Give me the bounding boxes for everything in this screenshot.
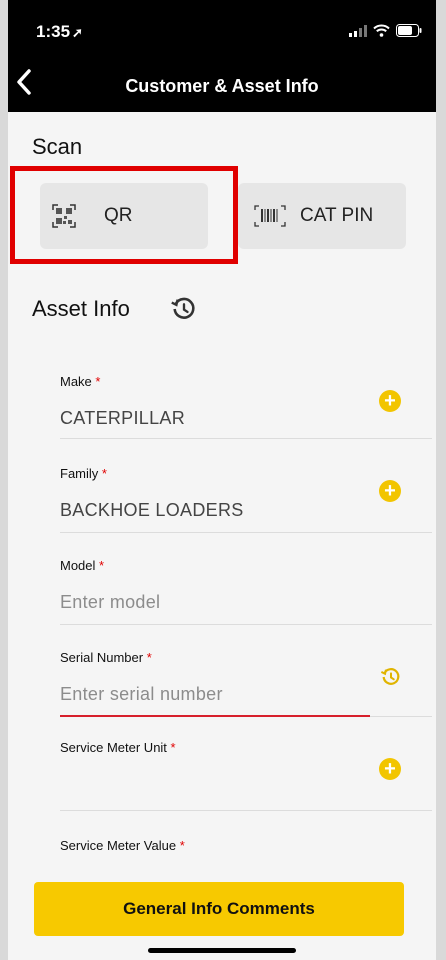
- serial-history-icon[interactable]: [380, 666, 402, 688]
- active-input-underline: [60, 715, 370, 717]
- nav-bar: Customer & Asset Info: [8, 62, 436, 112]
- family-label: Family *: [60, 466, 107, 481]
- history-icon[interactable]: [170, 295, 198, 323]
- required-asterisk: *: [99, 558, 105, 573]
- app-screen: 1:35 ➚ Customer & Asset Info Scan QR CAT…: [8, 0, 436, 960]
- general-info-comments-button[interactable]: General Info Comments: [34, 882, 404, 936]
- battery-icon: [396, 24, 422, 37]
- qr-scan-label: QR: [104, 205, 133, 226]
- add-family-icon[interactable]: +: [379, 480, 401, 502]
- service-meter-value-field[interactable]: Service Meter Value *: [60, 826, 432, 866]
- serial-number-input[interactable]: Enter serial number: [60, 684, 223, 705]
- family-label-text: Family: [60, 466, 99, 481]
- qr-scan-button[interactable]: QR: [40, 183, 208, 249]
- add-make-icon[interactable]: +: [379, 390, 401, 412]
- add-service-meter-unit-icon[interactable]: +: [379, 758, 401, 780]
- model-label-text: Model: [60, 558, 96, 573]
- location-arrow-icon: ➚: [72, 25, 83, 40]
- service-meter-unit-label-text: Service Meter Unit: [60, 740, 167, 755]
- required-asterisk: *: [101, 466, 107, 481]
- cat-pin-scan-label: CAT PIN: [300, 205, 374, 226]
- signal-icon: [349, 24, 367, 37]
- family-field[interactable]: Family * BACKHOE LOADERS +: [60, 454, 432, 533]
- asset-info-section-title: Asset Info: [32, 296, 130, 321]
- model-input[interactable]: Enter model: [60, 592, 160, 613]
- make-field[interactable]: Make * CATERPILLAR +: [60, 360, 432, 439]
- page-title: Customer & Asset Info: [125, 76, 319, 96]
- service-meter-unit-field[interactable]: Service Meter Unit * +: [60, 730, 432, 811]
- scan-section-title: Scan: [32, 134, 83, 159]
- cat-pin-scan-button[interactable]: CAT PIN: [238, 183, 406, 249]
- required-asterisk: *: [146, 650, 152, 665]
- required-asterisk: *: [179, 838, 185, 853]
- family-value: BACKHOE LOADERS: [60, 500, 244, 520]
- qr-code-icon: [52, 204, 76, 228]
- make-value: CATERPILLAR: [60, 408, 186, 428]
- service-meter-unit-label: Service Meter Unit *: [60, 740, 176, 755]
- service-meter-value-label: Service Meter Value *: [60, 838, 185, 853]
- serial-number-label-text: Serial Number: [60, 650, 144, 665]
- status-time: 1:35 ➚: [36, 22, 83, 42]
- barcode-icon: [254, 205, 286, 227]
- model-field[interactable]: Model * Enter model: [60, 546, 432, 625]
- wifi-icon: [373, 24, 390, 37]
- serial-number-label: Serial Number *: [60, 650, 152, 665]
- home-indicator: [148, 948, 296, 953]
- required-asterisk: *: [170, 740, 176, 755]
- make-label: Make *: [60, 374, 100, 389]
- make-label-text: Make: [60, 374, 92, 389]
- model-label: Model *: [60, 558, 104, 573]
- service-meter-value-label-text: Service Meter Value: [60, 838, 177, 853]
- serial-number-field[interactable]: Serial Number * Enter serial number: [60, 638, 432, 717]
- required-asterisk: *: [95, 374, 101, 389]
- status-icons: [349, 24, 422, 37]
- status-bar: 1:35 ➚: [8, 0, 436, 62]
- status-time-text: 1:35: [36, 22, 71, 41]
